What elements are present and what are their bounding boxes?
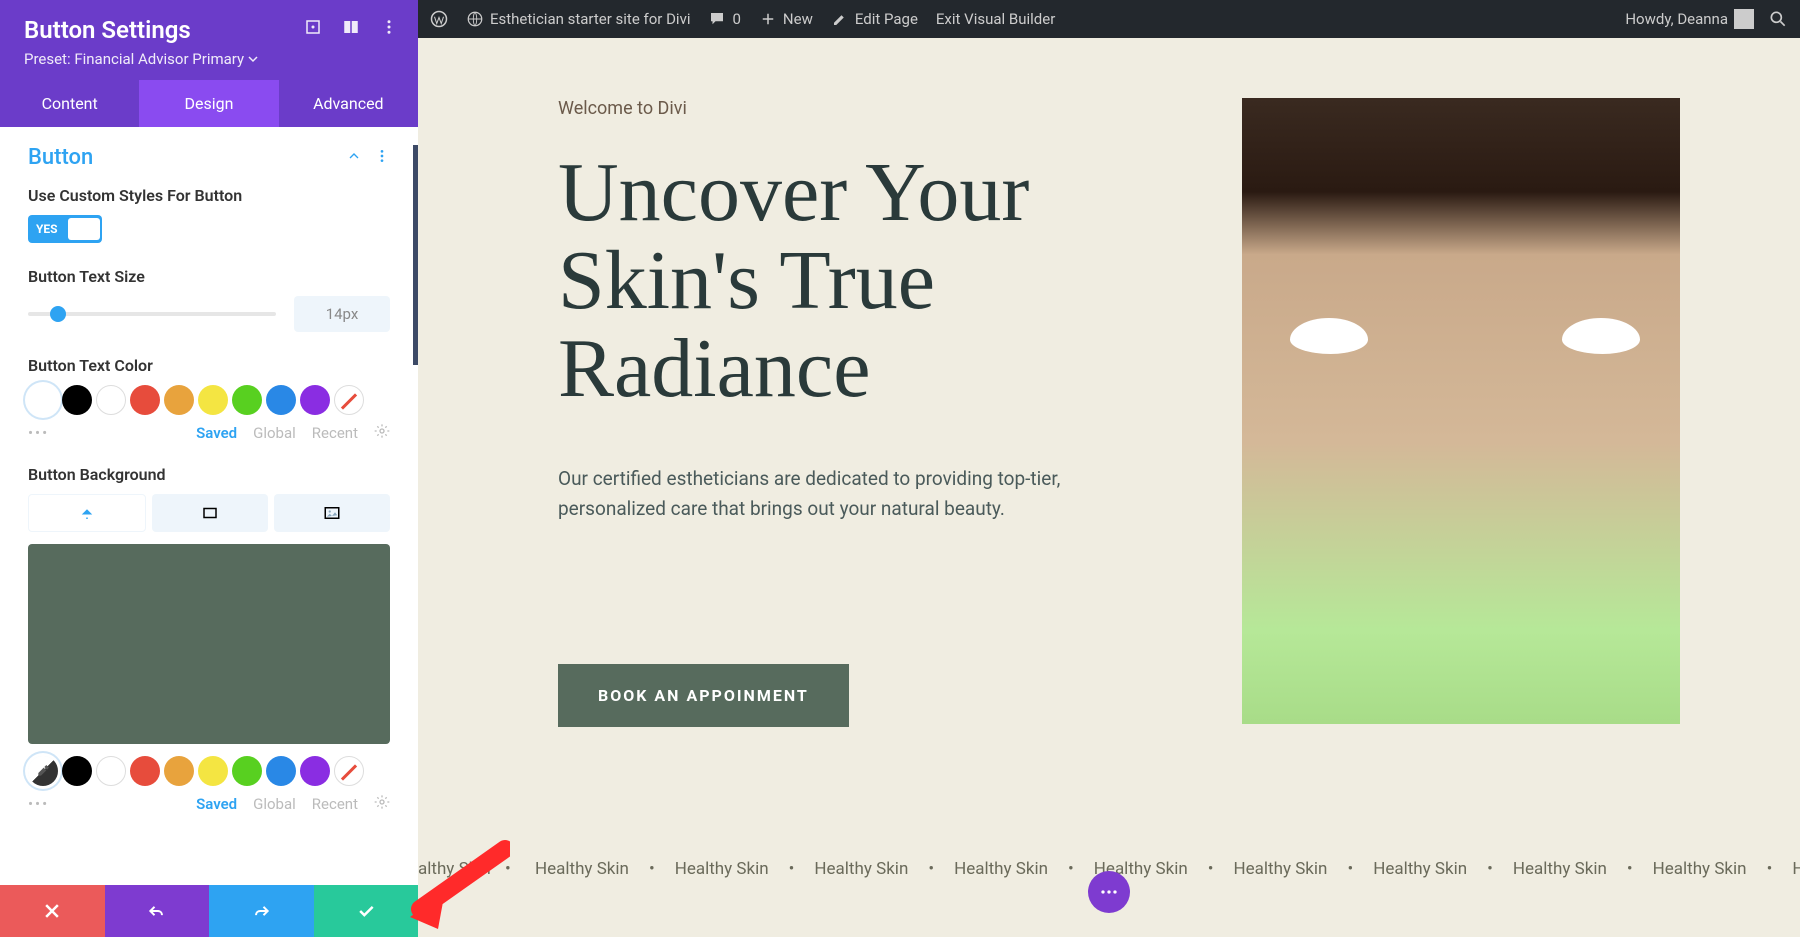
bg-label: Button Background <box>28 465 390 484</box>
columns-icon[interactable] <box>342 18 360 40</box>
text-size-slider[interactable] <box>28 312 276 316</box>
section-title: Button <box>28 145 93 170</box>
edit-page-link[interactable]: Edit Page <box>831 10 918 28</box>
bg-swatch-tab-saved[interactable]: Saved <box>196 795 237 813</box>
swatch-tab-global[interactable]: Global <box>253 424 296 442</box>
toggle-knob <box>68 218 100 240</box>
use-custom-label: Use Custom Styles For Button <box>28 186 390 205</box>
cream-swipe-right <box>1562 318 1640 354</box>
sidebar-actions <box>0 885 418 937</box>
exit-visual-builder[interactable]: Exit Visual Builder <box>936 10 1055 28</box>
wp-logo[interactable] <box>430 10 448 28</box>
sidebar-header: Button Settings Preset: Financial Adviso… <box>0 0 418 80</box>
tab-design[interactable]: Design <box>139 80 278 127</box>
hero-eyebrow: Welcome to Divi <box>558 98 1182 119</box>
tab-content[interactable]: Content <box>0 80 139 127</box>
text-color-swatches <box>28 385 390 415</box>
hero-cta-button[interactable]: BOOK AN APPOINMENT <box>558 664 849 727</box>
settings-sidebar: Button Settings Preset: Financial Adviso… <box>0 0 418 937</box>
undo-button[interactable] <box>105 885 210 937</box>
new-link[interactable]: New <box>759 10 813 28</box>
tab-advanced[interactable]: Advanced <box>279 80 418 127</box>
cream-swipe-left <box>1290 318 1368 354</box>
text-color-label: Button Text Color <box>28 356 390 375</box>
swatch-blue[interactable] <box>266 385 296 415</box>
more-icon[interactable] <box>380 18 398 40</box>
sidebar-tabs: Content Design Advanced <box>0 80 418 127</box>
use-custom-toggle[interactable]: YES <box>28 215 102 243</box>
swatch-orange[interactable] <box>164 385 194 415</box>
slider-thumb[interactable] <box>50 306 66 322</box>
redo-button[interactable] <box>209 885 314 937</box>
bg-swatch-blue[interactable] <box>266 756 296 786</box>
bg-color-preview[interactable] <box>28 544 390 744</box>
bg-swatch-orange[interactable] <box>164 756 194 786</box>
bg-tab-color[interactable] <box>28 494 146 532</box>
swatch-gear-icon[interactable] <box>374 423 390 443</box>
bg-swatch-white[interactable] <box>96 756 126 786</box>
bg-swatch-tab-recent[interactable]: Recent <box>312 795 358 813</box>
bg-swatch-yellow[interactable] <box>198 756 228 786</box>
text-size-value[interactable]: 14px <box>294 296 390 332</box>
swatch-more-icon[interactable]: ••• <box>28 424 49 442</box>
bg-swatch-tab-global[interactable]: Global <box>253 795 296 813</box>
swatch-black[interactable] <box>62 385 92 415</box>
text-size-label: Button Text Size <box>28 267 390 286</box>
bg-swatch-purple[interactable] <box>300 756 330 786</box>
sidebar-preset[interactable]: Preset: Financial Advisor Primary <box>24 50 394 68</box>
hero-image <box>1242 98 1680 724</box>
section-more-icon[interactable] <box>374 148 390 168</box>
bg-swatch-black[interactable] <box>62 756 92 786</box>
bg-tab-gradient[interactable] <box>152 494 268 532</box>
bg-color-swatches <box>28 756 390 786</box>
site-name-link[interactable]: Esthetician starter site for Divi <box>466 10 690 28</box>
page-preview: Welcome to Divi Uncover Your Skin's True… <box>418 38 1800 937</box>
swatch-tab-saved[interactable]: Saved <box>196 424 237 442</box>
swatch-none[interactable] <box>334 385 364 415</box>
swatch-yellow[interactable] <box>198 385 228 415</box>
swatch-tab-recent[interactable]: Recent <box>312 424 358 442</box>
avatar <box>1734 9 1754 29</box>
swatch-red[interactable] <box>130 385 160 415</box>
cancel-button[interactable] <box>0 885 105 937</box>
builder-fab[interactable] <box>1088 871 1130 913</box>
bg-swatch-red[interactable] <box>130 756 160 786</box>
chevron-down-icon <box>248 54 258 64</box>
swatch-purple[interactable] <box>300 385 330 415</box>
eyedropper-icon[interactable] <box>28 756 58 786</box>
swatch-green[interactable] <box>232 385 262 415</box>
swatch-white[interactable] <box>96 385 126 415</box>
admin-search-icon[interactable] <box>1768 9 1788 29</box>
bg-swatch-green[interactable] <box>232 756 262 786</box>
annotation-arrow <box>400 839 510 933</box>
comments-link[interactable]: 0 <box>708 10 740 28</box>
wp-admin-bar: Esthetician starter site for Divi 0 New … <box>418 0 1800 38</box>
collapse-icon[interactable] <box>346 148 362 168</box>
bg-swatch-more-icon[interactable]: ••• <box>28 795 49 813</box>
hero-title: Uncover Your Skin's True Radiance <box>558 149 1182 414</box>
hero-subtitle: Our certified estheticians are dedicated… <box>558 464 1098 525</box>
bg-swatch-gear-icon[interactable] <box>374 794 390 814</box>
expand-icon[interactable] <box>304 18 322 40</box>
bg-tab-image[interactable] <box>274 494 390 532</box>
swatch-selected-white[interactable] <box>28 385 58 415</box>
bg-swatch-none[interactable] <box>334 756 364 786</box>
sidebar-body: Button Use Custom Styles For Button YES … <box>0 127 418 885</box>
howdy-user[interactable]: Howdy, Deanna <box>1625 9 1754 29</box>
